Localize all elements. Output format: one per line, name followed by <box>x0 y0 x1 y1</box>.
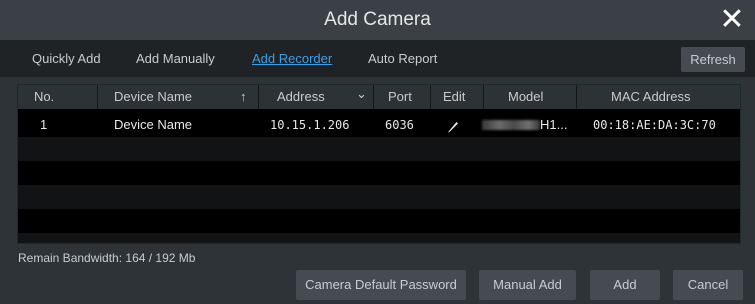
tab-add-recorder[interactable]: Add Recorder <box>252 40 332 77</box>
close-icon[interactable]: ✕ <box>717 4 747 36</box>
table-row-empty <box>18 233 740 243</box>
title-bar: Add Camera ✕ <box>0 0 755 40</box>
table-row-empty <box>18 185 740 209</box>
table-row-empty <box>18 161 740 185</box>
redacted-model <box>482 120 540 130</box>
table-row-empty <box>18 209 740 233</box>
pencil-icon[interactable] <box>446 118 460 133</box>
table-header: No. Device Name ↑ Address ⌄ Port Edit Mo… <box>18 85 740 109</box>
manual-add-button[interactable]: Manual Add <box>479 270 576 300</box>
cell-mac-address: 00:18:AE:DA:3C:70 <box>593 118 716 132</box>
tab-quickly-add[interactable]: Quickly Add <box>32 40 101 77</box>
cell-device-name: Device Name <box>114 117 193 132</box>
sort-up-icon[interactable]: ↑ <box>240 85 247 109</box>
tab-add-manually[interactable]: Add Manually <box>136 40 215 77</box>
refresh-button[interactable]: Refresh <box>681 47 745 72</box>
add-button[interactable]: Add <box>590 270 660 300</box>
table-row[interactable]: 1 Device Name 10.15.1.206 6036 H1... 00:… <box>18 113 740 137</box>
tab-auto-report[interactable]: Auto Report <box>368 40 437 77</box>
header-mac-address[interactable]: MAC Address <box>576 85 690 109</box>
recorder-table: No. Device Name ↑ Address ⌄ Port Edit Mo… <box>17 84 741 244</box>
header-address[interactable]: Address <box>258 85 325 109</box>
cell-port: 6036 <box>385 118 414 132</box>
remain-bandwidth: Remain Bandwidth: 164 / 192 Mb <box>18 251 196 265</box>
cell-no: 1 <box>40 117 48 132</box>
header-no[interactable]: No. <box>34 85 54 109</box>
header-model[interactable]: Model <box>483 85 543 109</box>
dialog-title: Add Camera <box>324 9 431 30</box>
table-row-empty <box>18 137 740 161</box>
header-port[interactable]: Port <box>373 85 412 109</box>
tab-bar: Quickly Add Add Manually Add Recorder Au… <box>0 40 755 77</box>
header-device-name[interactable]: Device Name <box>97 85 192 109</box>
cell-model: H1... <box>540 117 568 132</box>
cell-address: 10.15.1.206 <box>270 118 350 132</box>
cancel-button[interactable]: Cancel <box>673 270 743 300</box>
add-camera-dialog: Add Camera ✕ Quickly Add Add Manually Ad… <box>0 0 755 304</box>
header-edit[interactable]: Edit <box>430 85 465 109</box>
chevron-down-icon[interactable]: ⌄ <box>356 82 367 106</box>
camera-default-password-button[interactable]: Camera Default Password <box>296 270 466 300</box>
